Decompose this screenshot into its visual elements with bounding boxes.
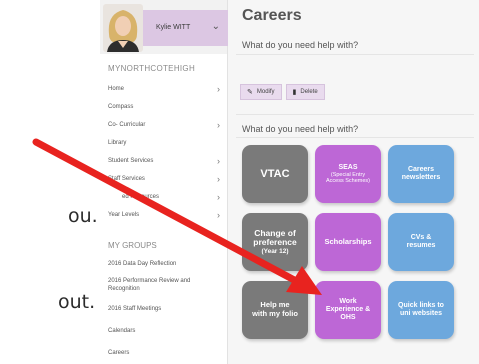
tile-work-experience[interactable]: Work Experience & OHS — [315, 281, 381, 339]
slide-text-fragment: out. — [58, 291, 96, 313]
pencil-icon: ✎ — [247, 89, 253, 96]
chevron-right-icon: › — [217, 192, 220, 202]
main-content: Careers What do you need help with? ✎ Mo… — [228, 0, 479, 364]
user-name: Kylie WITT — [156, 24, 191, 31]
modify-label: Modify — [256, 89, 275, 95]
sidebar-nav: Home › Compass Co- Curricular › Library St… — [100, 80, 228, 224]
sidebar-item-compass[interactable]: Compass — [100, 98, 228, 116]
my-groups-heading: MY GROUPS — [108, 241, 157, 250]
section-heading: What do you need help with? — [242, 124, 359, 134]
sidebar-item-label: Library — [108, 140, 127, 146]
tile-change-of-preference[interactable]: Change of preference (Year 12) — [242, 213, 308, 271]
delete-label: Delete — [300, 89, 318, 95]
group-item[interactable]: 2016 Performance Review and Recognition — [100, 274, 218, 298]
tile-label: Quick links to uni websites — [398, 301, 444, 317]
profile-menu[interactable]: Kylie WITT ⌄ — [140, 10, 228, 46]
chevron-right-icon: › — [217, 210, 220, 220]
sidebar-item-label: Year Levels — [108, 212, 140, 218]
divider — [236, 54, 474, 55]
page-title: Careers — [242, 7, 302, 24]
tile-label: Careers newsletters — [401, 165, 441, 181]
sidebar-item-student-services[interactable]: Student Services › — [100, 152, 228, 170]
section-heading: What do you need help with? — [242, 40, 359, 50]
chevron-right-icon: › — [217, 174, 220, 184]
tile-label: Work Experience & OHS — [325, 297, 371, 322]
group-item[interactable]: 2016 Data Day Reflection — [100, 254, 228, 274]
divider — [236, 137, 474, 138]
trash-icon: ▮ — [292, 89, 297, 96]
school-name: MYNORTHCOTEHIGH — [108, 64, 196, 73]
tile-label: SEAS — [338, 163, 358, 171]
chevron-right-icon: › — [217, 84, 220, 94]
groups-list: 2016 Data Day Reflection 2016 Performanc… — [100, 254, 228, 364]
sidebar-item-year-levels[interactable]: Year Levels › — [100, 206, 228, 224]
profile-header: Kylie WITT ⌄ — [100, 0, 228, 54]
sidebar-item-label: Co- Curricular — [108, 122, 146, 128]
tile-label: Change of preference — [253, 227, 297, 248]
sidebar-item-staff-services[interactable]: Staff Services › — [100, 170, 228, 188]
tile-label: Help me with my folio — [252, 300, 298, 318]
sidebar-item-label: Home — [108, 86, 125, 92]
sidebar-item-library[interactable]: Library — [100, 134, 228, 152]
delete-button[interactable]: ▮ Delete — [285, 84, 325, 100]
sidebar-item-label: Compass — [108, 104, 134, 110]
group-item[interactable]: Calendars — [100, 320, 228, 342]
sidebar-item-home[interactable]: Home › — [100, 80, 228, 98]
tile-quick-links-uni[interactable]: Quick links to uni websites — [388, 281, 454, 339]
modify-button[interactable]: ✎ Modify — [240, 84, 282, 100]
group-item[interactable]: Careers — [100, 342, 228, 364]
tile-careers-newsletters[interactable]: Careers newsletters — [388, 145, 454, 203]
tile-help-with-folio[interactable]: Help me with my folio — [242, 281, 308, 339]
group-item[interactable]: 2016 Staff Meetings — [100, 298, 228, 320]
tile-label: Scholarships — [324, 236, 372, 246]
tile-seas[interactable]: SEAS (Special Entry Access Schemes) — [315, 145, 381, 203]
sidebar-item-co-curricular[interactable]: Co- Curricular › — [100, 116, 228, 134]
sidebar: Kylie WITT ⌄ MYNORTHCOTEHIGH Home › Compa… — [100, 0, 228, 364]
sidebar-item-label: Student Services — [108, 158, 154, 164]
tile-scholarships[interactable]: Scholarships — [315, 213, 381, 271]
sidebar-item-label: Staff Services — [108, 176, 145, 182]
tile-label: VTAC — [260, 167, 290, 180]
chevron-right-icon: › — [217, 120, 220, 130]
tile-vtac[interactable]: VTAC — [242, 145, 308, 203]
chevron-right-icon: › — [217, 156, 220, 166]
slide-text-fragment: ou. — [68, 205, 98, 227]
tile-sublabel: (Special Entry Access Schemes) — [325, 171, 370, 185]
avatar[interactable] — [103, 4, 143, 52]
divider — [236, 114, 474, 115]
sidebar-item-resources[interactable]: ed Resources › — [100, 188, 228, 206]
tile-sublabel: (Year 12) — [261, 248, 289, 256]
tile-label: CVs & resumes — [406, 233, 436, 249]
chevron-down-icon: ⌄ — [211, 21, 220, 32]
edit-toolbar: ✎ Modify ▮ Delete — [240, 84, 325, 100]
tile-cvs-resumes[interactable]: CVs & resumes — [388, 213, 454, 271]
sidebar-item-label: ed Resources — [122, 194, 160, 200]
